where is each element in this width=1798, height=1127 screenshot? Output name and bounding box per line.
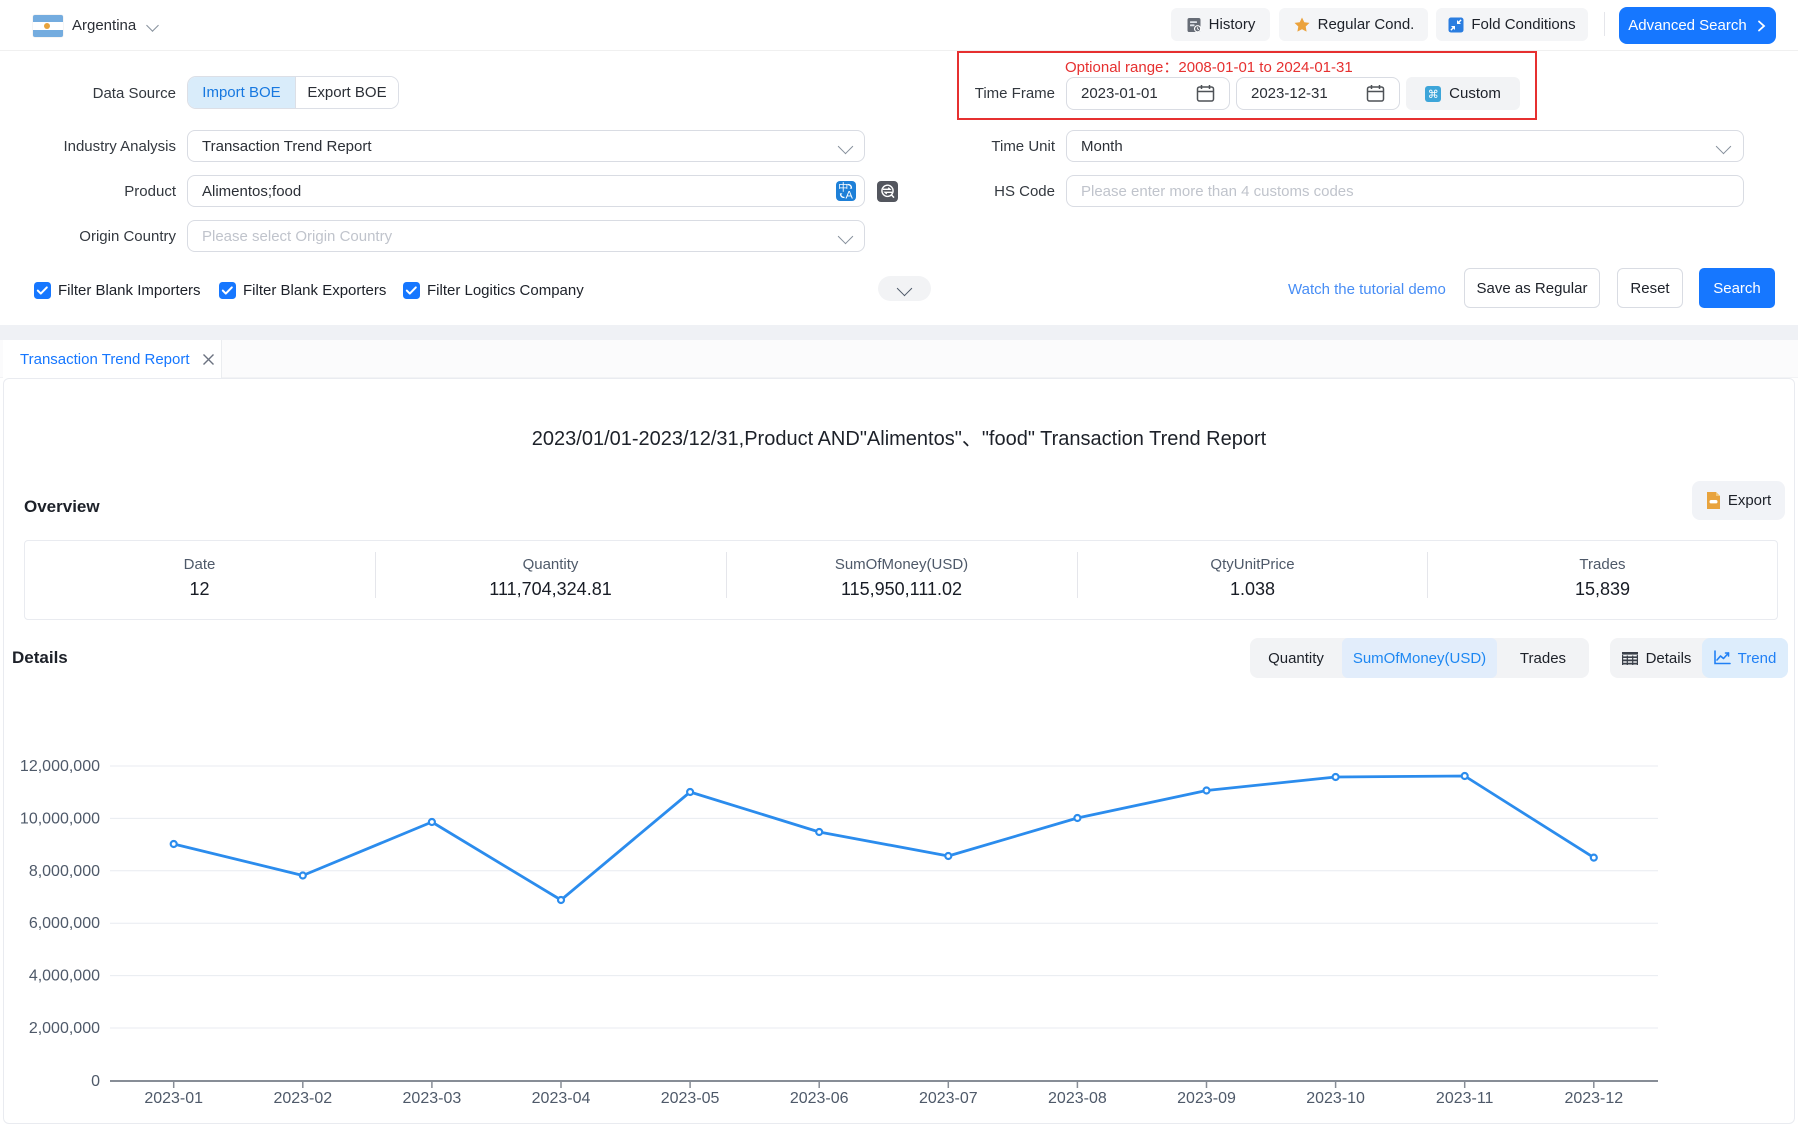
svg-text:2023-11: 2023-11 bbox=[1436, 1090, 1494, 1107]
svg-text:6,000,000: 6,000,000 bbox=[29, 915, 100, 932]
svg-text:2023-07: 2023-07 bbox=[919, 1090, 978, 1107]
svg-text:2023-03: 2023-03 bbox=[403, 1090, 462, 1107]
svg-text:2023-09: 2023-09 bbox=[1177, 1090, 1236, 1107]
svg-text:2023-12: 2023-12 bbox=[1564, 1090, 1623, 1107]
svg-text:2023-06: 2023-06 bbox=[790, 1090, 849, 1107]
svg-text:12,000,000: 12,000,000 bbox=[20, 758, 100, 775]
svg-text:2023-10: 2023-10 bbox=[1306, 1090, 1365, 1107]
svg-text:0: 0 bbox=[91, 1073, 100, 1090]
svg-text:4,000,000: 4,000,000 bbox=[29, 968, 100, 985]
svg-text:A: A bbox=[846, 190, 854, 202]
svg-text:2023-02: 2023-02 bbox=[273, 1090, 332, 1107]
svg-text:8,000,000: 8,000,000 bbox=[29, 863, 100, 880]
svg-text:⌘: ⌘ bbox=[1428, 89, 1439, 101]
svg-text:10,000,000: 10,000,000 bbox=[20, 810, 100, 827]
svg-text:2,000,000: 2,000,000 bbox=[29, 1020, 100, 1037]
svg-text:2023-04: 2023-04 bbox=[532, 1090, 591, 1107]
svg-text:2023-05: 2023-05 bbox=[661, 1090, 720, 1107]
svg-text:2023-08: 2023-08 bbox=[1048, 1090, 1107, 1107]
svg-text:2023-01: 2023-01 bbox=[144, 1090, 203, 1107]
